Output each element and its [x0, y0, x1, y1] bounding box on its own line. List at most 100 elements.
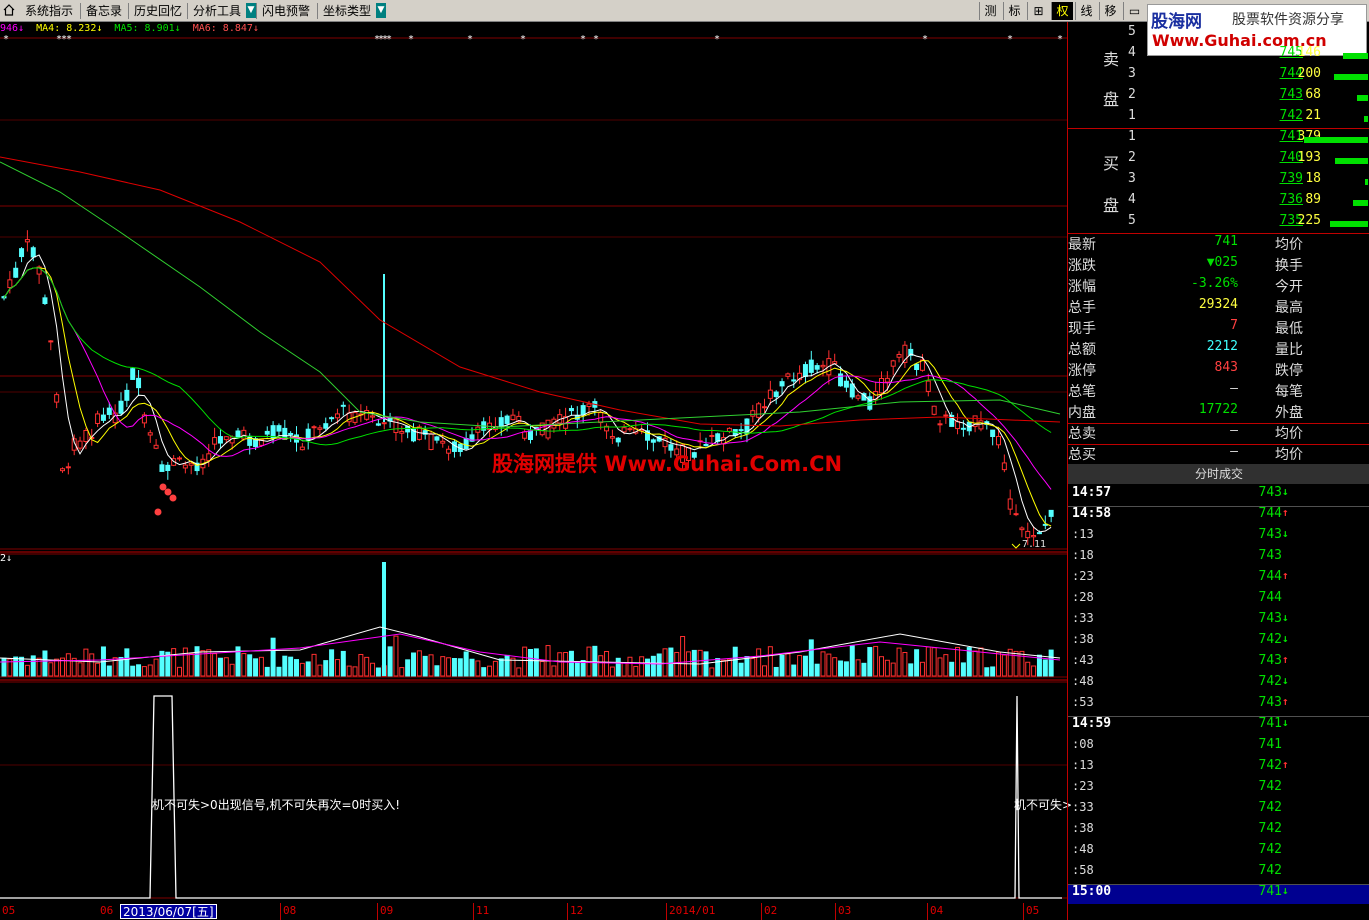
buy-level-1[interactable]: 1741379 — [1068, 129, 1369, 150]
toolbar-separator — [317, 3, 318, 19]
volume-bar — [270, 637, 276, 677]
volume-bar — [1042, 659, 1048, 677]
trade-row: 14:57 743 ↓ — [1068, 485, 1369, 506]
volume-bar — [931, 647, 937, 677]
event-marker-icon: * — [386, 34, 392, 45]
buy-level-3[interactable]: 3 739 18 — [1068, 171, 1369, 192]
toolbar-item-2[interactable]: 历史回忆 — [131, 2, 185, 20]
quote-label: 最新 — [1068, 237, 1096, 253]
quote-value: ▼025 — [1206, 255, 1238, 270]
toolbar-right-button-4[interactable]: 线 — [1075, 2, 1097, 20]
sell-level-1[interactable]: 1 742 21 — [1068, 108, 1369, 129]
orderbook-level-number: 5 — [1128, 213, 1136, 228]
toolbar-item-1[interactable]: 备忘录 — [83, 2, 125, 20]
toolbar-item-0[interactable]: 系统指示 — [22, 2, 76, 20]
candle-body — [528, 430, 533, 441]
candle-body — [855, 395, 861, 399]
volume-bar — [487, 665, 493, 677]
candle-body — [188, 462, 194, 466]
quote-row: 总额 2212 量比 — [1068, 339, 1369, 360]
toolbar-right-button-3[interactable]: 权 — [1051, 2, 1073, 20]
volume-bar — [592, 645, 598, 677]
buy-level-2[interactable]: 2 740 193 — [1068, 150, 1369, 171]
candle-body — [124, 389, 130, 401]
orderbook-level-number: 4 — [1128, 45, 1136, 60]
candle-body — [65, 466, 71, 469]
signal-text-2: 机不可失> — [1014, 798, 1073, 812]
date-tick-mark — [567, 903, 568, 920]
sell-level-3[interactable]: 3 744 200 — [1068, 66, 1369, 87]
candle-body — [317, 427, 323, 430]
volume-bar — [604, 650, 610, 677]
arrow-up-icon: ↑ — [1282, 506, 1289, 519]
candle-body — [937, 423, 943, 426]
quote-row: 总买 – 均价 — [1068, 444, 1369, 465]
quote-value: – — [1230, 444, 1238, 459]
quote-label: 涨停 — [1068, 363, 1096, 379]
volume-bar — [861, 662, 867, 677]
toolbar-right-button-5[interactable]: 移 — [1099, 2, 1121, 20]
quote-label: 总手 — [1068, 300, 1096, 316]
trade-time: 14:58 — [1072, 506, 1112, 521]
candle-body — [814, 365, 820, 370]
ma4-value: MA4: 8.232↓ — [36, 23, 103, 34]
candle-body — [60, 468, 65, 472]
buy-level-5[interactable]: 5 735 225 — [1068, 213, 1369, 234]
dropdown-arrow-icon[interactable]: ▼ — [246, 3, 256, 18]
volume-bar — [890, 662, 896, 677]
candle-body — [943, 414, 949, 417]
date-tick-mark — [666, 903, 667, 920]
volume-bar — [1019, 650, 1025, 677]
candle-body — [100, 414, 106, 421]
date-tick-label: 03 — [838, 904, 852, 917]
date-axis: 05 08 09 11 12 2014/01 02 03 04 05 06 2013/06/07[五… — [0, 903, 1067, 920]
trade-time: 14:59 — [1072, 716, 1112, 731]
candle-body — [931, 405, 937, 415]
toolbar-right-button-2[interactable]: ⊞ — [1027, 2, 1049, 20]
candle-body — [1031, 535, 1037, 538]
quote-label-secondary: 量比 — [1275, 342, 1303, 358]
sell-level-5[interactable]: 5 — [1068, 24, 1369, 45]
toolbar-right-button-0[interactable]: 测 — [979, 2, 1001, 20]
event-marker-icon: * — [520, 34, 526, 45]
quote-side-panel: 卖 盘 买 盘 5 4 745 146 3 744 200 2 743 68 1 742 21 1 741… — [1067, 22, 1369, 920]
toolbar-right-button-6[interactable]: ▭ — [1123, 2, 1145, 20]
date-tick-label: 08 — [283, 904, 297, 917]
volume-bar — [352, 666, 358, 677]
volume-bar — [598, 655, 604, 677]
toolbar-item-4[interactable]: 闪电预警 — [259, 2, 313, 20]
volume-bar — [95, 662, 101, 677]
arrow-down-icon: ↓ — [1282, 611, 1289, 624]
home-icon[interactable] — [3, 4, 15, 16]
volume-bar — [340, 650, 346, 677]
quote-value: 29324 — [1198, 297, 1238, 312]
orderbook-volume-bar — [1330, 221, 1368, 227]
dropdown-arrow-icon[interactable]: ▼ — [376, 3, 386, 18]
volume-bar — [645, 658, 650, 677]
trade-row: :13 743 ↓ — [1068, 527, 1369, 548]
volume-bar — [399, 667, 405, 677]
volume-bar — [668, 647, 674, 677]
candle-body — [299, 446, 305, 451]
volume-bar — [609, 666, 615, 677]
trades-header[interactable]: 分时成交 — [1068, 464, 1369, 484]
candle-body — [621, 427, 627, 433]
event-marker-icon: * — [3, 34, 9, 45]
orderbook-volume-bar — [1364, 116, 1368, 122]
toolbar-item-3[interactable]: 分析工具 — [190, 2, 244, 20]
volume-bar — [873, 645, 879, 677]
sell-level-4[interactable]: 4 745 146 — [1068, 45, 1369, 66]
trade-price: 743 — [1258, 527, 1282, 542]
sell-level-2[interactable]: 2 743 68 — [1068, 87, 1369, 108]
volume-bar — [533, 648, 539, 677]
candle-body — [223, 436, 229, 441]
trade-price: 743 — [1258, 611, 1282, 626]
buy-level-4[interactable]: 4 736 89 — [1068, 192, 1369, 213]
candle-body — [609, 436, 615, 439]
arrow-up-icon: ↑ — [1282, 695, 1289, 708]
toolbar-item-5[interactable]: 坐标类型 — [320, 2, 374, 20]
volume-bar — [955, 646, 961, 677]
event-marker-icon: * — [714, 34, 720, 45]
volume-bar — [721, 659, 727, 677]
toolbar-right-button-1[interactable]: 标 — [1003, 2, 1025, 20]
